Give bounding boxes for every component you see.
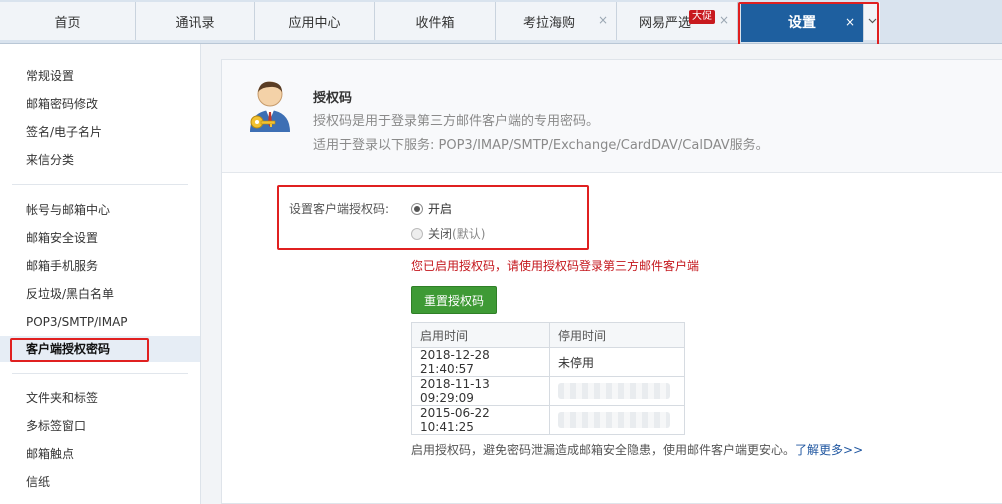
disabled-time-cell: 未停用 — [549, 347, 685, 377]
radio-enable-label: 开启 — [428, 202, 453, 216]
tab-bar: 首页 通讯录 应用中心 收件箱 考拉海购 × 网易严选 大促 × 设置 × — [0, 0, 1002, 44]
sidebar-item-mail-filter[interactable]: 来信分类 — [0, 147, 200, 173]
table-header-row: 启用时间 停用时间 — [411, 322, 685, 348]
settings-sidebar: 常规设置 邮箱密码修改 签名/电子名片 来信分类 帐号与邮箱中心 邮箱安全设置 … — [0, 44, 201, 504]
sidebar-item-password[interactable]: 邮箱密码修改 — [0, 91, 200, 117]
disabled-time-cell-redacted — [549, 376, 685, 406]
tab-yanxuan[interactable]: 网易严选 大促 × — [617, 2, 738, 40]
tab-label: 通讯录 — [175, 15, 215, 31]
sidebar-item-antispam[interactable]: 反垃圾/黑白名单 — [0, 281, 200, 307]
default-hint: (默认) — [452, 227, 486, 241]
promo-badge: 大促 — [689, 10, 715, 24]
tab-contacts[interactable]: 通讯录 — [136, 2, 255, 40]
radio-unselected-icon[interactable] — [411, 227, 423, 240]
table-row: 2018-12-28 21:40:57 未停用 — [411, 347, 685, 377]
close-icon[interactable]: × — [598, 14, 608, 26]
sidebar-divider — [12, 373, 188, 374]
enabled-time-cell: 2018-11-13 09:29:09 — [411, 376, 550, 406]
learn-more-link[interactable]: 了解更多>> — [795, 443, 863, 457]
main-content: 授权码 授权码是用于登录第三方邮件客户端的专用密码。 适用于登录以下服务: PO… — [201, 44, 1002, 504]
radio-enable[interactable]: 开启 — [411, 200, 452, 217]
sidebar-item-folders-labels[interactable]: 文件夹和标签 — [0, 385, 200, 411]
close-icon[interactable]: × — [719, 14, 729, 26]
reset-auth-code-button[interactable]: 重置授权码 — [411, 286, 497, 314]
sidebar-item-pop3[interactable]: POP3/SMTP/IMAP — [0, 309, 200, 335]
sidebar-item-mobile-service[interactable]: 邮箱手机服务 — [0, 253, 200, 279]
column-header-enabled: 启用时间 — [411, 322, 550, 348]
tab-inbox[interactable]: 收件箱 — [375, 2, 496, 40]
tab-kaola[interactable]: 考拉海购 × — [496, 2, 617, 40]
tab-label: 收件箱 — [415, 15, 455, 31]
sidebar-item-client-auth-code[interactable]: 客户端授权密码 — [0, 336, 200, 362]
intro-section: 授权码 授权码是用于登录第三方邮件客户端的专用密码。 适用于登录以下服务: PO… — [222, 60, 1002, 173]
enabled-warning: 您已启用授权码，请使用授权码登录第三方邮件客户端 — [411, 259, 700, 273]
tab-label: 首页 — [54, 15, 81, 31]
chevron-down-icon[interactable] — [864, 2, 880, 40]
supported-services-text: 适用于登录以下服务: POP3/IMAP/SMTP/Exchange/CardD… — [313, 138, 769, 153]
tab-settings[interactable]: 设置 × — [741, 2, 864, 42]
redacted-blur — [558, 383, 670, 399]
page-title: 授权码 — [313, 91, 353, 106]
auth-code-history-table: 启用时间 停用时间 2018-12-28 21:40:57 未停用 2018-1… — [411, 322, 685, 435]
enabled-time-cell: 2015-06-22 10:41:25 — [411, 405, 550, 435]
tab-label: 考拉海购 — [522, 15, 575, 31]
radio-disable[interactable]: 关闭 (默认) — [411, 225, 485, 242]
column-header-disabled: 停用时间 — [549, 322, 685, 348]
footer-text: 启用授权码，避免密码泄漏造成邮箱安全隐患，使用邮件客户端更安心。 — [411, 443, 796, 457]
close-icon[interactable]: × — [845, 16, 855, 28]
user-key-icon — [250, 81, 290, 132]
radio-disable-label: 关闭 — [428, 227, 453, 241]
radio-selected-icon[interactable] — [411, 202, 423, 215]
sidebar-item-stationery[interactable]: 信纸 — [0, 469, 200, 495]
sidebar-item-touchpoint[interactable]: 邮箱触点 — [0, 441, 200, 467]
sidebar-item-signature[interactable]: 签名/电子名片 — [0, 119, 200, 145]
redacted-blur — [558, 412, 670, 428]
auth-code-setting-label: 设置客户端授权码: — [289, 202, 390, 216]
table-row: 2015-06-22 10:41:25 — [411, 405, 685, 435]
tab-app-center[interactable]: 应用中心 — [255, 2, 375, 40]
auth-code-panel: 授权码 授权码是用于登录第三方邮件客户端的专用密码。 适用于登录以下服务: PO… — [221, 59, 1002, 504]
disabled-time-cell-redacted — [549, 405, 685, 435]
sidebar-divider — [12, 184, 188, 185]
tab-label: 设置 — [788, 15, 816, 31]
sidebar-item-security[interactable]: 邮箱安全设置 — [0, 225, 200, 251]
intro-description: 授权码是用于登录第三方邮件客户端的专用密码。 — [313, 114, 600, 129]
tab-label: 应用中心 — [288, 15, 341, 31]
tab-home[interactable]: 首页 — [0, 2, 136, 40]
table-row: 2018-11-13 09:29:09 — [411, 376, 685, 406]
footer-note: 启用授权码，避免密码泄漏造成邮箱安全隐患，使用邮件客户端更安心。了解更多>> — [411, 441, 863, 458]
sidebar-item-multi-tab[interactable]: 多标签窗口 — [0, 413, 200, 439]
enabled-time-cell: 2018-12-28 21:40:57 — [411, 347, 550, 377]
tab-label: 网易严选 — [638, 15, 691, 31]
sidebar-item-general[interactable]: 常规设置 — [0, 63, 200, 89]
sidebar-item-account-center[interactable]: 帐号与邮箱中心 — [0, 197, 200, 223]
